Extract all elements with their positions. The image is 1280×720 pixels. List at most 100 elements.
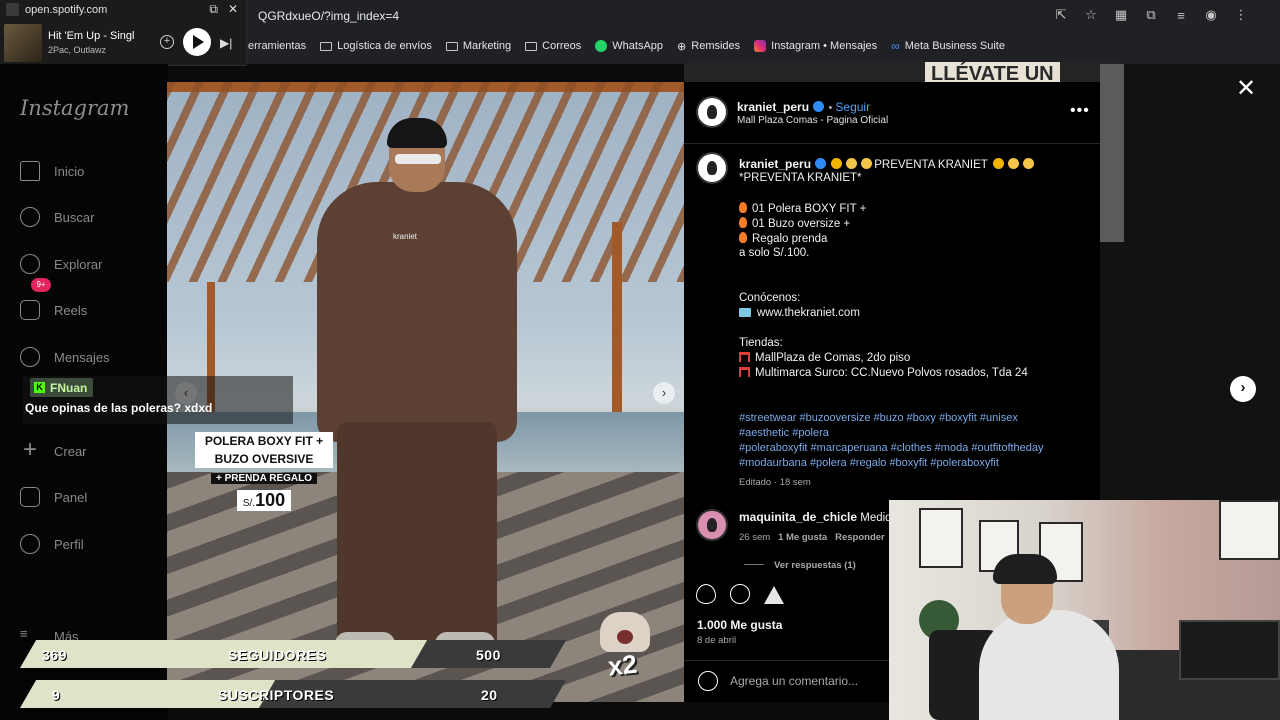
bookmark-whatsapp[interactable]: WhatsApp (595, 40, 663, 52)
goal-fill (20, 640, 428, 668)
comment-username[interactable]: maquinita_de_chicle (739, 510, 857, 524)
post-location[interactable]: Mall Plaza Comas - Pagina Oficial (737, 115, 888, 126)
hashtag-line[interactable]: #poleraboxyfit #marcaperuana #clothes #m… (739, 442, 1044, 454)
mini-player-window-controls: ⧉ ✕ (209, 2, 238, 17)
mini-player-url: open.spotify.com (6, 3, 107, 16)
instagram-logo[interactable]: Instagram (20, 96, 129, 120)
skip-next-icon[interactable]: ▶| (220, 36, 232, 50)
nav-item-explorar[interactable]: Explorar (20, 254, 102, 274)
bookmark-label: Logística de envíos (337, 40, 432, 52)
avatar[interactable] (696, 152, 728, 184)
subscribers-goal-bar: 9 SUSCRIPTORES 20 (0, 678, 567, 712)
streamer-body (979, 610, 1119, 720)
face-emoji-icon (1022, 158, 1034, 169)
caption-line: a solo S/.100. (739, 247, 810, 259)
likes-count[interactable]: 1.000 Me gusta (697, 618, 782, 632)
add-to-library-icon[interactable]: + (160, 35, 174, 49)
media-control-icon[interactable]: ≡ (1172, 6, 1190, 24)
next-post-button[interactable]: › (1230, 376, 1256, 402)
header-user-line: kraniet_peru • Seguir (737, 98, 870, 116)
globe-icon: ⊕ (677, 40, 687, 53)
spotify-icon (6, 3, 19, 16)
track-artist: 2Pac, Outlawz (48, 45, 107, 55)
verified-icon (815, 158, 827, 169)
pip-back-icon[interactable]: ⧉ (209, 2, 218, 17)
hashtag-line[interactable]: #modaurbana #polera #regalo #boxyfit #po… (739, 457, 999, 469)
comment-likes[interactable]: 1 Me gusta (778, 532, 827, 543)
followers-goal-bar: 369 SEGUIDORES 500 (0, 638, 567, 672)
reply-button[interactable]: Responder (835, 532, 885, 543)
bookmark-meta[interactable]: ∞ Meta Business Suite (891, 39, 1005, 53)
comment-icon[interactable] (730, 584, 750, 604)
bookmark-label: Instagram • Mensajes (771, 40, 878, 52)
post-username[interactable]: kraniet_peru (737, 100, 809, 114)
emote-multiplier: x2 (606, 648, 639, 682)
like-heart-icon[interactable] (696, 584, 716, 604)
caption-text: MallPlaza de Comas, 2do piso (755, 352, 911, 364)
wall-poster (919, 508, 963, 568)
nav-item-crear[interactable]: + Crear (20, 438, 87, 462)
bookmark-star-icon[interactable]: ☆ (1082, 6, 1100, 24)
caption-username[interactable]: kraniet_peru (739, 157, 811, 171)
promo-line-1: POLERA BOXY FIT + (195, 432, 333, 450)
bookmark-instagram[interactable]: Instagram • Mensajes (754, 40, 877, 52)
background-banner-text: LLÉVATE UN (925, 62, 1060, 85)
nav-label: Buscar (54, 209, 95, 225)
close-icon[interactable]: ✕ (228, 2, 238, 17)
website-link[interactable]: www.thekraniet.com (757, 307, 860, 319)
profile-icon[interactable]: ◉ (1202, 6, 1220, 24)
pergola-post (612, 222, 622, 432)
bookmark-remsides[interactable]: ⊕ Remsides (677, 40, 740, 53)
carousel-next-button[interactable]: › (653, 382, 675, 404)
bookmark-label: WhatsApp (612, 40, 664, 52)
close-modal-icon[interactable]: ✕ (1236, 74, 1256, 103)
view-replies-button[interactable]: Ver respuestas (1) (744, 560, 856, 571)
bookmark-herramientas[interactable]: erramientas (248, 40, 306, 52)
view-replies-label: Ver respuestas (1) (774, 560, 856, 571)
goal-target: 500 (476, 647, 501, 663)
bookmark-marketing[interactable]: Marketing (445, 40, 511, 52)
crown-emoji-icon (992, 158, 1004, 169)
bookmark-label: Correos (542, 40, 582, 52)
install-icon[interactable]: ⇱ (1052, 6, 1070, 24)
emoji-picker-icon[interactable] (698, 671, 718, 691)
face-emoji-icon (846, 158, 858, 169)
caption-text: 01 Polera BOXY FIT + (752, 203, 867, 215)
share-icon[interactable] (764, 584, 784, 604)
play-button[interactable] (183, 28, 211, 56)
goal-current: 9 (52, 687, 61, 703)
nav-item-inicio[interactable]: Inicio (20, 161, 84, 181)
promo-line-2: BUZO OVERSIVE (195, 450, 333, 468)
comment-input[interactable]: Agrega un comentario... (730, 674, 858, 688)
nav-item-panel[interactable]: Panel (20, 487, 87, 507)
caption-line: *PREVENTA KRANIET* (739, 172, 862, 184)
promo-currency: S/. (242, 498, 256, 509)
bookmark-label: erramientas (248, 40, 307, 52)
nav-item-perfil[interactable]: Perfil (20, 534, 84, 554)
kebab-menu-icon[interactable]: ⋮ (1232, 6, 1250, 24)
commenter-avatar[interactable] (696, 509, 728, 541)
sunglasses-emoji-icon (861, 158, 873, 169)
caption-line: Tiendas: (739, 337, 783, 349)
home-icon (20, 161, 40, 181)
bookmark-logistica[interactable]: Logística de envíos (320, 40, 432, 52)
extension-icon[interactable]: ▦ (1112, 6, 1130, 24)
promo-amount: 100 (255, 490, 286, 510)
folder-icon (320, 41, 333, 51)
bookmark-correos[interactable]: Correos (525, 40, 581, 52)
sunglasses-emoji-icon (1007, 158, 1019, 169)
follow-button[interactable]: Seguir (835, 100, 870, 114)
address-bar[interactable]: QGRdxueO/?img_index=4 (250, 4, 1100, 28)
more-options-icon[interactable]: ••• (1070, 102, 1090, 120)
avatar[interactable] (696, 96, 728, 128)
hashtag-line[interactable]: #aesthetic #polera (739, 427, 829, 439)
nav-item-reels[interactable]: Reels (20, 300, 87, 320)
bookmark-label: Remsides (691, 40, 741, 52)
post-date: 8 de abril (697, 635, 737, 646)
caption-line: 01 Buzo oversize + (739, 217, 850, 230)
hashtag-line[interactable]: #streetwear #buzooversize #buzo #boxy #b… (739, 412, 1018, 424)
puzzle-icon[interactable]: ⧉ (1142, 6, 1160, 24)
nav-item-mensajes[interactable]: Mensajes (20, 347, 110, 367)
nav-label: Panel (54, 489, 88, 505)
nav-item-buscar[interactable]: Buscar (20, 207, 94, 227)
